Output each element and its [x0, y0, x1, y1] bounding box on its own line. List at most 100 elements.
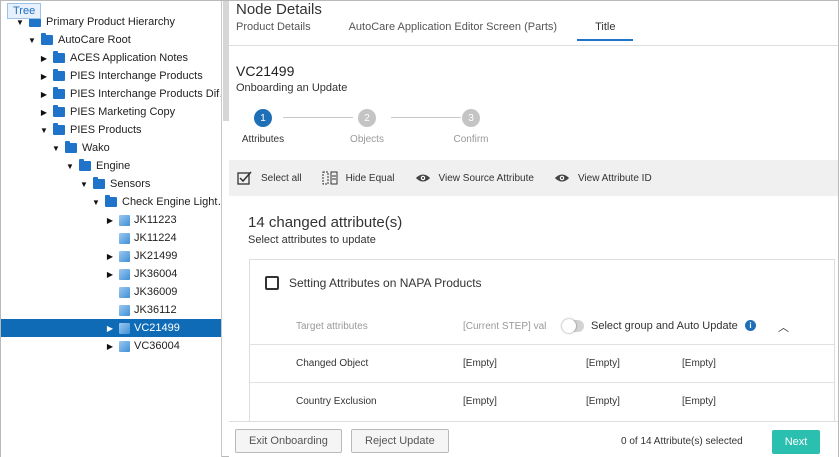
selection-count: 0 of 14 Attribute(s) selected [621, 436, 743, 447]
folder-icon [65, 141, 77, 153]
expand-right-icon[interactable]: ▶ [105, 341, 115, 351]
expand-right-icon[interactable]: ▶ [39, 107, 49, 117]
step-number: 1 [254, 109, 272, 127]
select-all-label: Select all [261, 172, 302, 184]
expand-down-icon[interactable]: ▼ [91, 197, 101, 207]
changed-count-title: 14 changed attribute(s) [248, 214, 403, 231]
expand-right-icon[interactable]: ▶ [105, 323, 115, 333]
group-checkbox[interactable] [265, 276, 279, 290]
no-toggle [105, 233, 115, 243]
tree-panel: Tree ▼ Primary Product Hierarchy ▼ AutoCare… [1, 1, 222, 457]
next-button[interactable]: Next [772, 430, 820, 454]
exit-onboarding-button[interactable]: Exit Onboarding [235, 429, 342, 453]
product-icon [119, 232, 130, 244]
tree-item[interactable]: ▶ JK36004 [105, 265, 178, 283]
current-value: [Empty] [463, 396, 497, 407]
tree-item[interactable]: ▼ Check Engine Light… [91, 193, 221, 211]
tree-item[interactable]: ▼ AutoCare Root [27, 31, 131, 49]
tab-title[interactable]: Title [577, 21, 634, 41]
expand-right-icon[interactable]: ▶ [39, 53, 49, 63]
eye-icon [554, 174, 570, 182]
product-icon [119, 286, 130, 298]
expand-right-icon[interactable]: ▶ [105, 251, 115, 261]
tab-product-details[interactable]: Product Details [236, 21, 311, 41]
tree-item[interactable]: JK36009 [105, 283, 177, 301]
expand-right-icon[interactable]: ▶ [39, 71, 49, 81]
expand-down-icon[interactable]: ▼ [27, 35, 37, 45]
folder-icon [53, 69, 65, 81]
stepper: 1 Attributes 2 Objects 3 Confirm [239, 109, 499, 149]
tree-item[interactable]: ▼ Engine [65, 157, 130, 175]
product-subtitle: Onboarding an Update [236, 82, 348, 94]
folder-icon [105, 195, 117, 207]
product-icon [119, 322, 130, 334]
folder-icon [53, 51, 65, 63]
expand-down-icon[interactable]: ▼ [79, 179, 89, 189]
tree-item[interactable]: JK11224 [105, 229, 177, 247]
divider [229, 45, 838, 46]
info-icon[interactable]: i [745, 320, 756, 331]
tree-item[interactable]: ▼ Sensors [79, 175, 150, 193]
step-number: 2 [358, 109, 376, 127]
tree-item-label: JK36009 [134, 286, 178, 298]
col-target-attributes: Target attributes [296, 321, 368, 332]
tree-item-label: Sensors [110, 178, 151, 190]
tree-item-label: ACES Application Notes [70, 52, 189, 64]
table-row[interactable]: Country Exclusion [Empty] [Empty] [Empty… [250, 382, 834, 420]
tree-item-label: JK11223 [134, 214, 177, 226]
tree-item[interactable]: ▶ PIES Marketing Copy [39, 103, 175, 121]
view-attribute-id-button[interactable]: View Attribute ID [554, 171, 652, 185]
hide-equal-icon [322, 171, 338, 185]
tree-item-label: PIES Products [70, 124, 142, 136]
step-label: Objects [350, 134, 384, 145]
expand-down-icon[interactable]: ▼ [65, 161, 75, 171]
folder-icon [53, 105, 65, 117]
step-objects[interactable]: 2 Objects [337, 109, 397, 145]
tree-item[interactable]: ▶ VC36004 [105, 337, 180, 355]
attribute-name: Country Exclusion [296, 396, 377, 407]
tree-item[interactable]: ▶ VC21499 [1, 319, 221, 337]
tab-autocare-editor[interactable]: AutoCare Application Editor Screen (Part… [349, 21, 558, 41]
tree-item-label: Engine [96, 160, 131, 172]
view-source-button[interactable]: View Source Attribute [415, 171, 534, 185]
product-icon [119, 268, 130, 280]
expand-right-icon[interactable]: ▶ [105, 215, 115, 225]
expand-down-icon[interactable]: ▼ [39, 125, 49, 135]
step-confirm[interactable]: 3 Confirm [441, 109, 501, 145]
select-all-button[interactable]: Select all [237, 171, 302, 185]
attribute-name: Changed Object [296, 358, 369, 369]
expand-down-icon[interactable]: ▼ [51, 143, 61, 153]
tree-item-label: VC36004 [134, 340, 180, 352]
tree-item[interactable]: ▶ PIES Interchange Products [39, 67, 203, 85]
tree-item[interactable]: ▶ ACES Application Notes [39, 49, 188, 67]
no-toggle [105, 287, 115, 297]
tree-item[interactable]: ▶ JK21499 [105, 247, 178, 265]
view-source-label: View Source Attribute [438, 172, 534, 184]
step-label: Attributes [241, 134, 285, 145]
footer-bar: Exit Onboarding Reject Update 0 of 14 At… [229, 421, 838, 457]
changed-subtitle: Select attributes to update [248, 234, 376, 246]
reject-update-button[interactable]: Reject Update [351, 429, 449, 453]
expand-right-icon[interactable]: ▶ [105, 269, 115, 279]
step-attributes[interactable]: 1 Attributes [233, 109, 293, 145]
table-row[interactable]: Changed Object [Empty] [Empty] [Empty] [250, 344, 834, 382]
column-header-row: Target attributes [Current STEP] val Sel… [250, 316, 834, 344]
expand-right-icon[interactable]: ▶ [39, 89, 49, 99]
tree-item[interactable]: ▶ JK11223 [105, 211, 177, 229]
auto-update-toggle[interactable] [562, 319, 584, 333]
tree-item-label: JK11224 [134, 232, 177, 244]
tree-item[interactable]: ▼ PIES Products [39, 121, 142, 139]
tree-item[interactable]: JK36112 [105, 301, 177, 319]
eye-icon [415, 174, 430, 182]
tree-tab[interactable]: Tree [7, 3, 42, 19]
tree-item[interactable]: ▶ PIES Interchange Products Dif… [39, 85, 221, 103]
collapse-chevron-icon[interactable]: ︿ [778, 319, 789, 335]
tree-item-label: JK36004 [134, 268, 178, 280]
select-all-icon [237, 171, 252, 185]
tree-item[interactable]: ▼ Wako [51, 139, 110, 157]
tree-item-label: PIES Interchange Products [70, 70, 203, 82]
tree-item-label: PIES Marketing Copy [70, 106, 176, 118]
hide-equal-button[interactable]: Hide Equal [322, 171, 395, 185]
new-value: [Empty] [682, 358, 716, 369]
product-icon [119, 340, 130, 352]
